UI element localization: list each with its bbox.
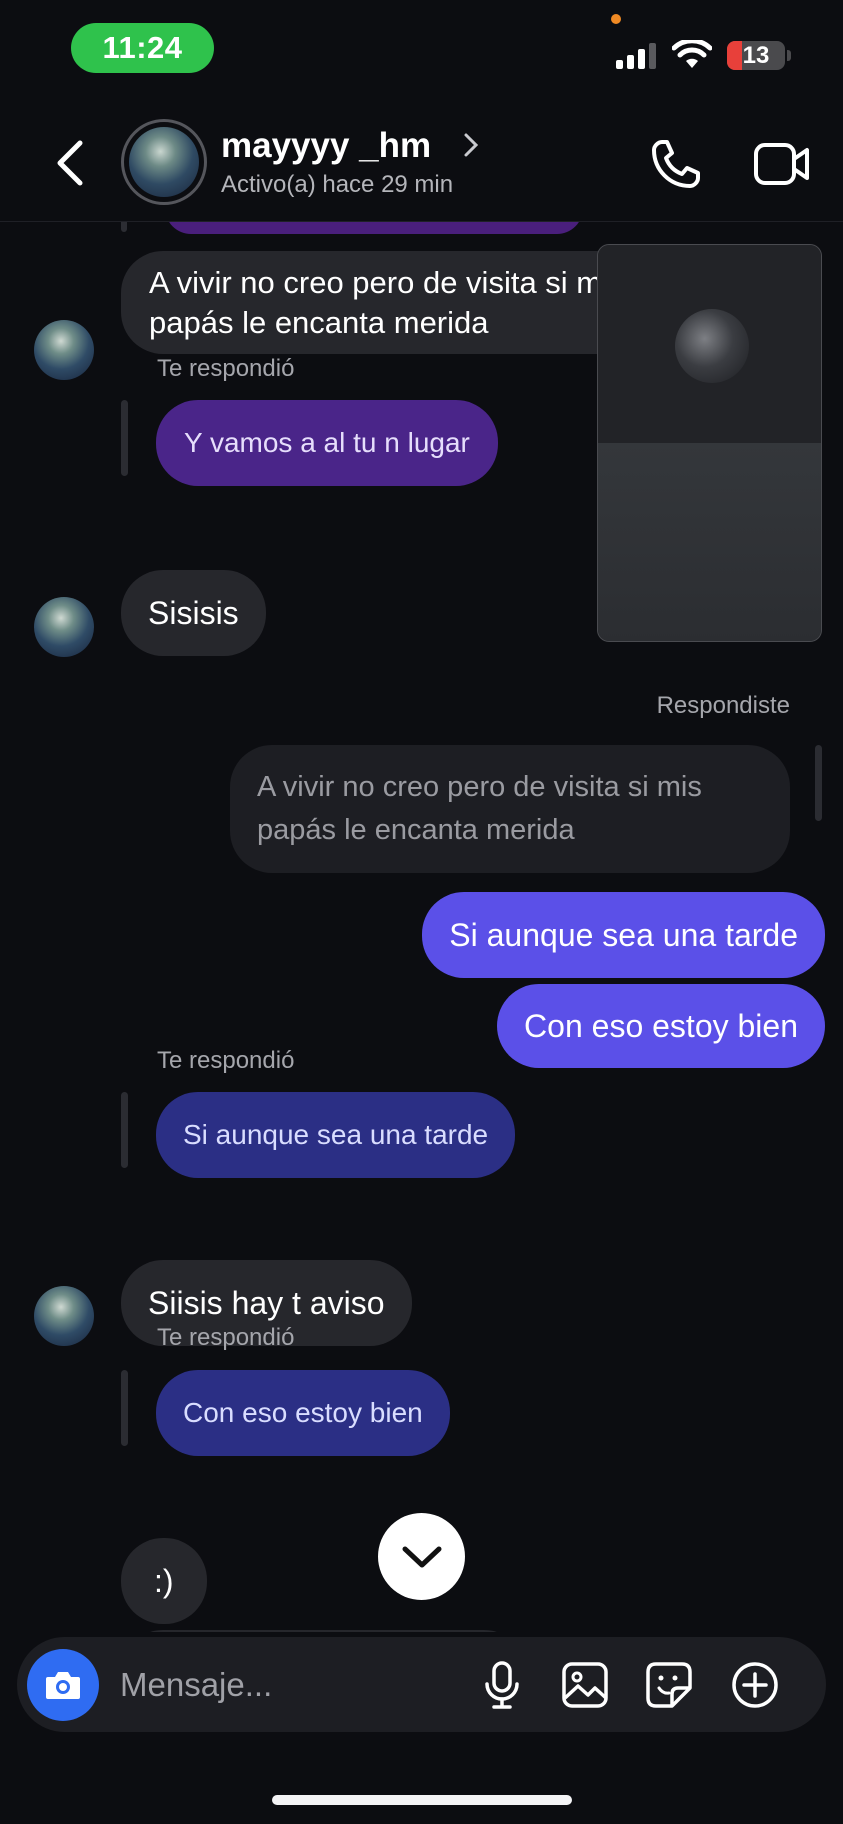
contact-avatar[interactable]	[121, 119, 207, 205]
sent-message-bubble[interactable]: Si aunque sea una tarde	[422, 892, 825, 978]
partial-message-bubble[interactable]	[121, 1630, 526, 1632]
camera-icon	[46, 1672, 80, 1699]
received-message-bubble[interactable]: Sisisis	[121, 570, 266, 656]
battery-level: 13	[742, 41, 770, 69]
active-status: Activo(a) hace 29 min	[221, 171, 454, 198]
sender-avatar[interactable]	[34, 597, 94, 657]
cellular-signal-icon	[616, 43, 656, 69]
quoted-text: Y vamos a al tu n lugar	[184, 427, 470, 459]
phone-icon[interactable]	[648, 136, 704, 192]
participant-avatar	[675, 309, 749, 383]
message-text: :)	[154, 1562, 174, 1599]
chevron-down-icon	[402, 1546, 441, 1567]
contact-username[interactable]: mayyyy _hm	[221, 126, 431, 166]
reply-thread-bar	[815, 745, 822, 821]
image-icon[interactable]	[560, 1660, 610, 1710]
reply-thread-bar	[121, 222, 127, 232]
received-message-bubble[interactable]: :)	[121, 1538, 207, 1624]
sent-reply-label: Respondiste	[656, 692, 790, 719]
reply-thread-bar	[121, 400, 128, 476]
call-participant-tile	[598, 245, 821, 443]
battery-nub	[787, 50, 791, 61]
sender-avatar[interactable]	[34, 320, 94, 380]
privacy-indicator-dot	[611, 14, 621, 24]
microphone-icon[interactable]	[477, 1660, 527, 1710]
call-participant-tile	[598, 443, 821, 641]
reply-label: Te respondió	[157, 1324, 295, 1351]
message-input[interactable]	[120, 1657, 450, 1713]
message-text: Si aunque sea una tarde	[449, 916, 798, 953]
quoted-message-bubble[interactable]: Y vamos a al tu n lugar	[156, 400, 498, 486]
message-composer	[17, 1637, 826, 1732]
message-text: Sisisis	[148, 594, 239, 631]
quoted-message-bubble[interactable]: A vivir no creo pero de visita si mis pa…	[230, 745, 790, 873]
reply-label: Te respondió	[157, 355, 295, 382]
message-text: Siisis hay t aviso	[148, 1284, 385, 1321]
reply-thread-bar	[121, 1092, 128, 1168]
quoted-text: Con eso estoy bien	[183, 1397, 423, 1429]
reply-thread-bar	[121, 1370, 128, 1446]
plus-circle-icon[interactable]	[730, 1660, 780, 1710]
chevron-left-icon[interactable]	[48, 137, 92, 189]
sticker-icon[interactable]	[644, 1660, 694, 1710]
partial-message-bubble[interactable]	[165, 222, 583, 234]
chat-header: mayyyy _hm Activo(a) hace 29 min	[0, 100, 843, 222]
video-camera-icon[interactable]	[753, 140, 811, 188]
home-indicator[interactable]	[272, 1795, 572, 1805]
sender-avatar[interactable]	[34, 1286, 94, 1346]
message-text: A vivir no creo pero de visita si mis pa…	[149, 265, 625, 340]
reply-label: Te respondió	[157, 1047, 295, 1074]
quoted-text: A vivir no creo pero de visita si mis pa…	[257, 770, 702, 847]
quoted-text: Si aunque sea una tarde	[183, 1119, 489, 1151]
sent-message-bubble[interactable]: Con eso estoy bien	[497, 984, 825, 1068]
battery-indicator: 13	[727, 41, 785, 70]
quoted-message-bubble[interactable]: Con eso estoy bien	[156, 1370, 450, 1456]
scroll-to-bottom-button[interactable]	[378, 1513, 465, 1600]
chevron-right-icon[interactable]	[462, 131, 480, 159]
camera-button[interactable]	[27, 1649, 99, 1721]
wifi-icon	[672, 40, 712, 68]
quoted-message-bubble[interactable]: Si aunque sea una tarde	[156, 1092, 516, 1178]
message-text: Con eso estoy bien	[524, 1007, 798, 1044]
status-time: 11:24	[71, 23, 214, 73]
video-call-preview[interactable]	[597, 244, 822, 642]
